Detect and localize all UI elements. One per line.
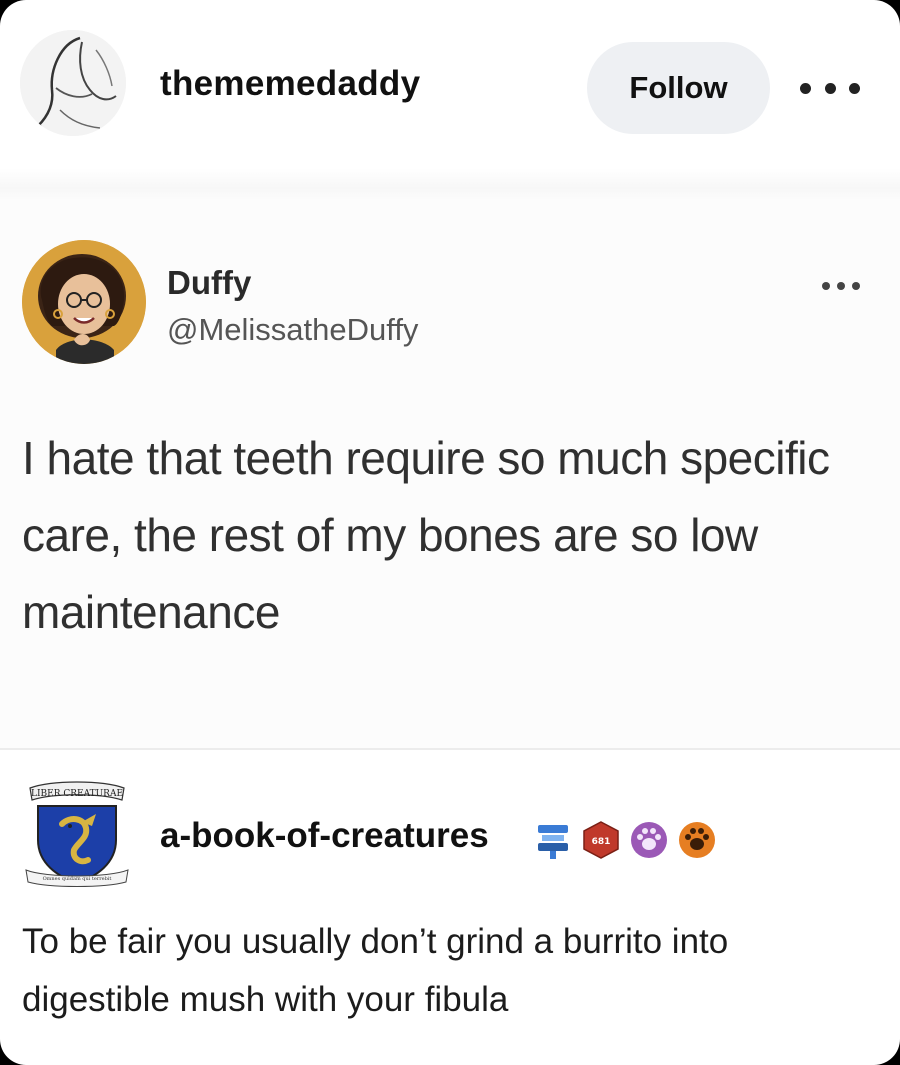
dot xyxy=(852,282,860,290)
divider xyxy=(0,748,900,750)
dot xyxy=(800,82,811,94)
cartoon-portrait-icon xyxy=(22,240,146,364)
d20-badge-icon: 681 xyxy=(583,821,619,859)
fan-badge-icon xyxy=(538,825,568,859)
dot xyxy=(849,82,860,94)
dot xyxy=(824,82,836,94)
heraldic-crest-icon: LIBER CREATURAE Omnes quidam qui terrebi… xyxy=(22,778,132,890)
post-card: thememedaddy Follow Duffy @MelissatheDuf… xyxy=(0,0,900,1065)
paw-badge-icon xyxy=(631,822,667,858)
sketch-avatar-icon xyxy=(20,30,126,136)
dot xyxy=(822,282,830,290)
crest-motto-text: Omnes quidam qui terrebit xyxy=(43,876,112,882)
tweet-text: I hate that teeth require so much specif… xyxy=(22,432,830,638)
tweet-author-avatar xyxy=(22,240,146,364)
d20-badge-label: 681 xyxy=(592,837,611,847)
crest-banner-text: LIBER CREATURAE xyxy=(31,789,123,799)
dot xyxy=(837,282,845,290)
more-options-icon[interactable] xyxy=(800,70,860,106)
follow-button[interactable]: Follow xyxy=(587,42,770,134)
badge-list: 681 xyxy=(532,818,718,862)
tweet-handle: @MelissatheDuffy xyxy=(167,312,419,347)
reblogger-avatar[interactable]: LIBER CREATURAE Omnes quidam qui terrebi… xyxy=(22,778,132,890)
reblogger-username[interactable]: a-book-of-creatures xyxy=(160,816,489,856)
reblog-comment-text: To be fair you usually don’t grind a bur… xyxy=(22,922,729,1019)
tweet-display-name: Duffy xyxy=(167,264,252,301)
user-avatar[interactable] xyxy=(20,30,126,136)
paw-badge-icon xyxy=(679,822,715,858)
tweet-more-icon xyxy=(822,280,860,292)
post-author-username[interactable]: thememedaddy xyxy=(160,64,420,104)
